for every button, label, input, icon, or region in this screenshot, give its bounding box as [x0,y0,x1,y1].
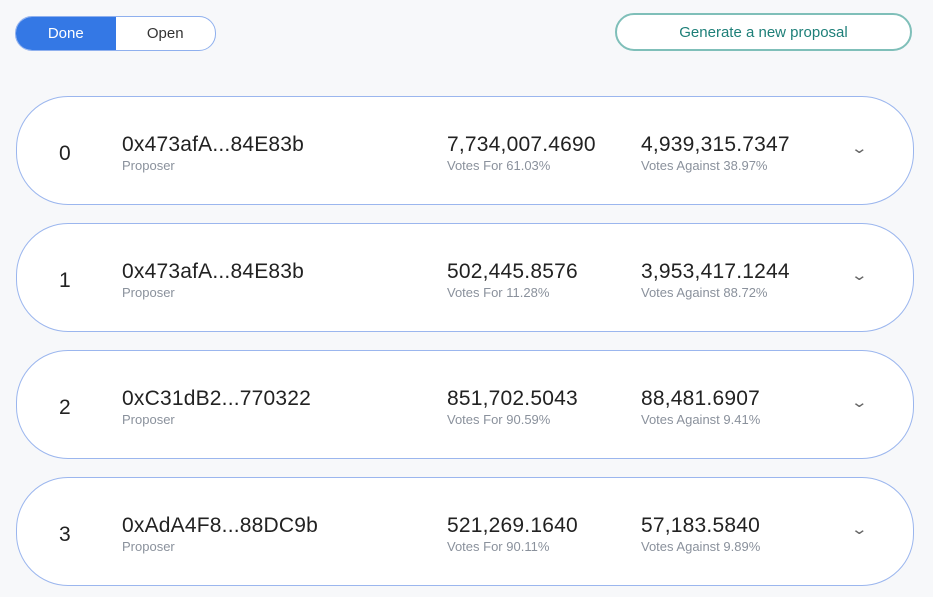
proposer-address: 0x473afA...84E83b [122,260,305,283]
proposal-id: 2 [59,396,71,419]
votes-for-value: 502,445.8576 [447,260,578,283]
proposer-label: Proposer [122,158,175,173]
votes-for-value: 521,269.1640 [447,514,578,537]
votes-against-column: 57,183.5840 Votes Against 9.89% [641,514,760,554]
proposer-label: Proposer [122,539,175,554]
chevron-down-icon[interactable]: ⌄ [850,139,868,157]
votes-against-label: Votes Against 9.41% [641,412,761,427]
proposer-address: 0xAdA4F8...88DC9b [122,514,319,537]
votes-against-column: 4,939,315.7347 Votes Against 38.97% [641,133,790,173]
votes-against-value: 4,939,315.7347 [641,133,790,156]
status-filter: Done Open [15,16,216,51]
proposal-card[interactable]: 3 0xAdA4F8...88DC9b Proposer 521,269.1640… [16,477,914,586]
votes-against-value: 57,183.5840 [641,514,760,537]
proposer-column: 0xC31dB2...770322 Proposer [122,387,311,427]
filter-open-button[interactable]: Open [116,17,216,50]
votes-against-column: 3,953,417.1244 Votes Against 88.72% [641,260,790,300]
proposer-column: 0xAdA4F8...88DC9b Proposer [122,514,318,554]
chevron-down-icon[interactable]: ⌄ [850,393,868,411]
votes-for-column: 502,445.8576 Votes For 11.28% [447,260,578,300]
proposer-address: 0x473afA...84E83b [122,133,305,156]
votes-for-value: 7,734,007.4690 [447,133,596,156]
votes-for-column: 521,269.1640 Votes For 90.11% [447,514,578,554]
proposal-card[interactable]: 2 0xC31dB2...770322 Proposer 851,702.5043… [16,350,914,459]
votes-against-value: 3,953,417.1244 [641,260,790,283]
votes-against-label: Votes Against 88.72% [641,285,768,300]
chevron-down-icon[interactable]: ⌄ [850,266,868,284]
votes-against-value: 88,481.6907 [641,387,760,410]
proposal-id: 0 [59,142,71,165]
votes-for-label: Votes For 90.11% [447,539,550,554]
votes-against-column: 88,481.6907 Votes Against 9.41% [641,387,760,427]
votes-for-column: 7,734,007.4690 Votes For 61.03% [447,133,596,173]
proposal-id: 3 [59,523,71,546]
votes-for-label: Votes For 61.03% [447,158,551,173]
proposer-column: 0x473afA...84E83b Proposer [122,260,304,300]
proposer-label: Proposer [122,285,175,300]
votes-for-column: 851,702.5043 Votes For 90.59% [447,387,578,427]
proposer-column: 0x473afA...84E83b Proposer [122,133,304,173]
filter-done-button[interactable]: Done [16,17,116,50]
proposal-card[interactable]: 0 0x473afA...84E83b Proposer 7,734,007.46… [16,96,914,205]
generate-proposal-button[interactable]: Generate a new proposal [615,13,912,51]
votes-against-label: Votes Against 38.97% [641,158,768,173]
proposer-label: Proposer [122,412,175,427]
proposal-id: 1 [59,269,71,292]
votes-for-value: 851,702.5043 [447,387,578,410]
votes-against-label: Votes Against 9.89% [641,539,761,554]
votes-for-label: Votes For 90.59% [447,412,551,427]
chevron-down-icon[interactable]: ⌄ [850,520,868,538]
proposer-address: 0xC31dB2...770322 [122,387,312,410]
votes-for-label: Votes For 11.28% [447,285,550,300]
proposal-card[interactable]: 1 0x473afA...84E83b Proposer 502,445.8576… [16,223,914,332]
